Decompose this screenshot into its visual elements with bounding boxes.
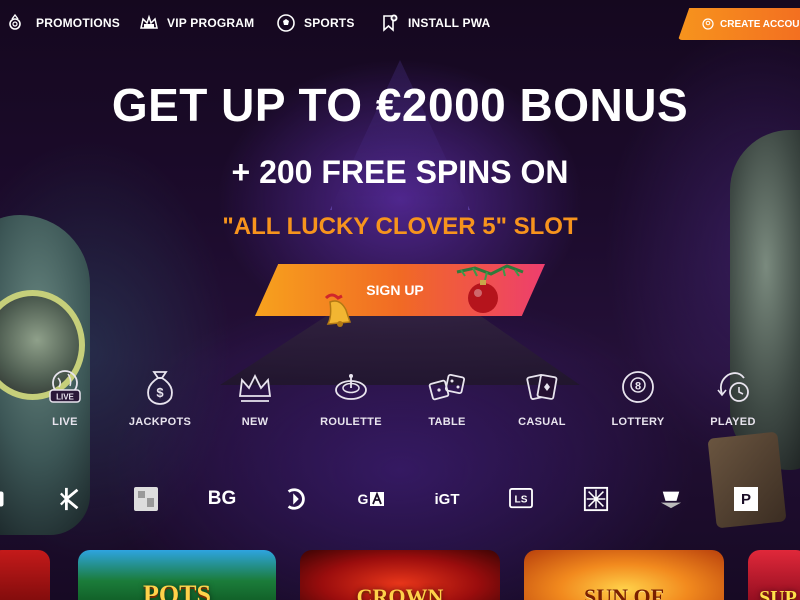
provider-b-icon (287, 488, 305, 510)
money-bag-icon: $ (147, 371, 173, 405)
game-tile-sup[interactable]: SUP (748, 550, 800, 600)
eight-ball-icon: 8 (622, 371, 654, 403)
hero-title: GET UP TO €2000 BONUS (111, 79, 689, 131)
category-roulette[interactable]: ROULETTE (306, 368, 396, 428)
game-tile-title: POTS (143, 580, 211, 600)
history-clock-icon (717, 372, 749, 402)
sign-up-label: SIGN UP (366, 282, 424, 298)
top-nav: PROMOTIONS VIP PROGRAM SPORTS INSTALL PW… (0, 0, 800, 46)
create-account-label: CREATE ACCOUN (720, 18, 800, 30)
category-new[interactable]: NEW (210, 368, 300, 428)
category-played[interactable]: PLAYED (688, 368, 778, 428)
provider-logo-hat[interactable] (658, 484, 684, 514)
provider-logo-ls[interactable]: LS (508, 484, 534, 514)
category-casual[interactable]: CASUAL (497, 368, 587, 428)
crown-icon (238, 373, 272, 402)
vip-crown-icon (140, 14, 158, 29)
user-icon (702, 18, 714, 30)
category-label: JACKPOTS (128, 416, 192, 428)
category-label: PLAYED (710, 416, 756, 428)
svg-text:LIVE: LIVE (56, 393, 74, 402)
nav-promotions-label: PROMOTIONS (36, 16, 121, 30)
provider-a-icon (370, 492, 385, 506)
provider-ls-icon: LS (509, 488, 533, 509)
category-table[interactable]: TABLE (402, 368, 492, 428)
hero-slot-name: "ALL LUCKY CLOVER 5" SLOT (222, 213, 578, 240)
nav-vip-program[interactable]: VIP PROGRAM (139, 13, 254, 33)
game-tile-crown[interactable]: CROWN (300, 550, 500, 600)
provider-logo-bg[interactable]: BG (205, 484, 239, 514)
svg-text:$: $ (156, 385, 164, 400)
svg-text:LS: LS (515, 495, 528, 506)
game-tile-sun-of[interactable]: SUN OF (524, 550, 724, 600)
provider-logo-square[interactable] (133, 484, 159, 514)
nav-promotions[interactable]: PROMOTIONS (8, 13, 120, 33)
category-label: TABLE (428, 416, 466, 428)
provider-knot-icon (583, 486, 609, 512)
nav-sports[interactable]: SPORTS (276, 13, 355, 33)
provider-logo-partial[interactable] (0, 484, 10, 514)
game-tile-title: SUP (759, 587, 797, 600)
provider-logo-celtic[interactable] (582, 484, 610, 514)
provider-ga-letter: G (357, 491, 369, 507)
nav-install-label: INSTALL PWA (408, 16, 491, 30)
category-label: ROULETTE (320, 416, 382, 428)
category-live[interactable]: LIVE LIVE (20, 368, 110, 428)
hero-subtitle: + 200 FREE SPINS ON (231, 154, 569, 190)
provider-bolt-icon (60, 487, 79, 511)
nav-install-pwa[interactable]: INSTALL PWA (380, 13, 490, 33)
game-tile-partial-left[interactable] (0, 550, 50, 600)
roulette-icon (335, 374, 367, 400)
cards-icon (526, 374, 558, 400)
svg-text:8: 8 (635, 381, 641, 393)
provider-logo-igt[interactable]: iGT (430, 484, 464, 514)
nav-sports-label: SPORTS (304, 16, 355, 30)
christmas-bell-icon (324, 293, 352, 327)
category-label: CASUAL (518, 416, 566, 428)
dice-icon (428, 373, 466, 401)
bookmark-plus-icon (383, 14, 398, 32)
game-categories: LIVE LIVE $ JACKPOTS NEW ROULETTE TABLE … (0, 368, 800, 438)
category-label: LOTTERY (611, 416, 665, 428)
provider-logo-b[interactable] (282, 484, 310, 514)
game-tiles: POTS CROWN SUN OF SUP (0, 550, 800, 600)
category-label: NEW (241, 416, 269, 428)
provider-strip: BG G iGT LS P (0, 484, 800, 514)
promotions-icon (9, 13, 21, 30)
create-account-button[interactable]: CREATE ACCOUN (678, 8, 800, 40)
nav-vip-label: VIP PROGRAM (167, 16, 255, 30)
soccer-ball-icon (277, 14, 295, 32)
provider-p-badge: P (734, 487, 758, 511)
provider-logo-bolt[interactable] (58, 484, 84, 514)
provider-logo-icon (0, 491, 4, 507)
game-tile-title: CROWN (356, 584, 444, 600)
live-globe-icon: LIVE (49, 370, 81, 403)
category-lottery[interactable]: 8 LOTTERY (593, 368, 683, 428)
provider-logo-p[interactable]: P (733, 484, 759, 514)
provider-logo-ga[interactable]: G (356, 484, 386, 514)
game-tile-pots[interactable]: POTS (78, 550, 276, 600)
christmas-ornament-icon (456, 264, 524, 313)
category-label: LIVE (52, 416, 78, 428)
game-tile-title: SUN OF (583, 584, 665, 600)
provider-hat-icon (660, 491, 682, 509)
provider-square-icon (134, 487, 158, 511)
category-jackpots[interactable]: $ JACKPOTS (115, 368, 205, 428)
